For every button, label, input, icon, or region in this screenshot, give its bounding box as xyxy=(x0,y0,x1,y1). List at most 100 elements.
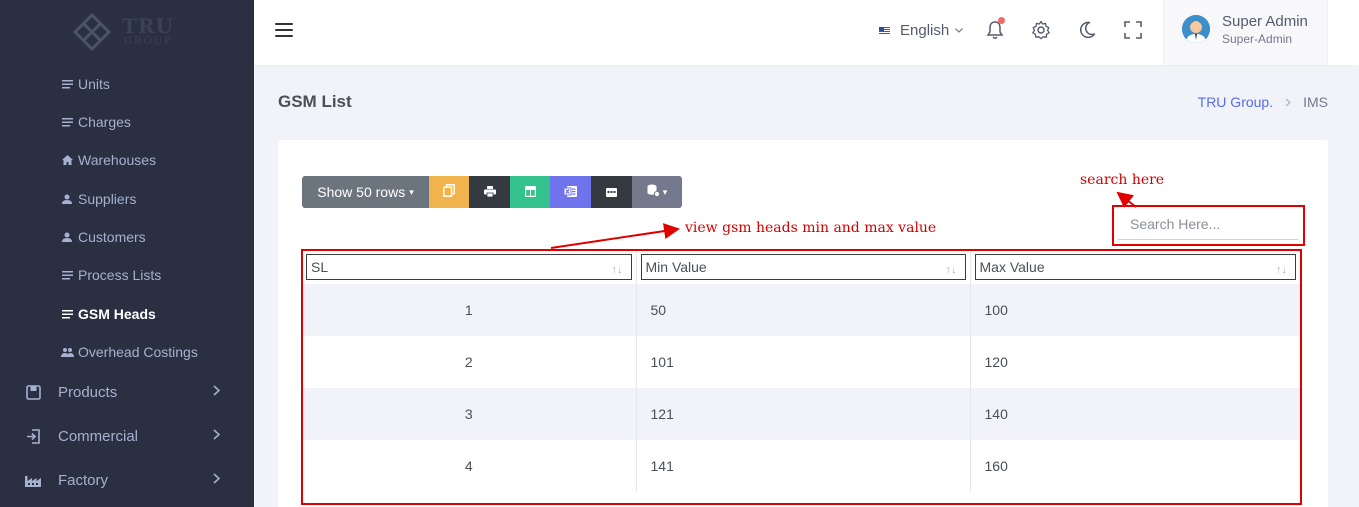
logo-subtext: GROUP xyxy=(124,36,173,47)
logo-text: TRU xyxy=(122,14,174,38)
menu-toggle-icon[interactable] xyxy=(275,23,293,37)
sidebar-item-gsm-heads[interactable]: GSM Heads xyxy=(60,304,156,324)
dark-mode-moon-icon[interactable] xyxy=(1076,19,1098,41)
settings-gear-icon[interactable] xyxy=(1030,19,1052,41)
cell-sl: 1 xyxy=(302,284,637,336)
table-row[interactable]: 1 50 100 xyxy=(302,284,1300,336)
column-header-label: Min Value xyxy=(645,259,707,275)
notification-dot xyxy=(998,17,1005,24)
cell-sl: 2 xyxy=(302,336,637,388)
excel-icon xyxy=(563,184,577,200)
chevron-right-icon xyxy=(213,427,221,443)
sidebar-item-label: Process Lists xyxy=(78,267,162,283)
print-button[interactable] xyxy=(469,176,510,208)
table-row[interactable]: 2 101 120 xyxy=(302,336,1300,388)
sidebar-item-suppliers[interactable]: Suppliers xyxy=(60,189,136,209)
sidebar-item-process-lists[interactable]: Process Lists xyxy=(60,265,161,285)
sort-icon[interactable]: ↑↓ xyxy=(1276,265,1287,276)
column-header-sl[interactable]: SL ↑↓ xyxy=(302,250,637,284)
cell-sl: 3 xyxy=(302,388,637,440)
excel-button[interactable] xyxy=(550,176,591,208)
breadcrumb-separator-icon xyxy=(1285,94,1292,110)
list-icon xyxy=(60,117,74,127)
sidebar-item-label: Factory xyxy=(58,471,109,489)
table-header-row: SL ↑↓ Min Value ↑↓ Max Value ↑↓ xyxy=(302,250,1300,284)
sidebar-item-products[interactable]: Products xyxy=(24,381,224,403)
breadcrumb: TRU Group. IMS xyxy=(1198,94,1328,110)
notification-bell-icon[interactable] xyxy=(984,17,1006,41)
csv-button[interactable] xyxy=(510,176,550,208)
cell-max-value: 100 xyxy=(970,284,1300,336)
sidebar-item-units[interactable]: Units xyxy=(60,74,110,94)
column-header-max-value[interactable]: Max Value ↑↓ xyxy=(970,250,1300,284)
company-logo[interactable]: TRU GROUP xyxy=(70,10,180,54)
user-icon xyxy=(60,232,74,242)
chevron-right-icon xyxy=(213,383,221,399)
top-header: English Super Admin Super-Admin xyxy=(254,0,1359,65)
show-rows-button[interactable]: Show 50 rows ▾ xyxy=(302,176,429,208)
sidebar-item-label: Overhead Costings xyxy=(78,344,198,360)
column-header-label: Max Value xyxy=(979,259,1045,275)
column-header-min-value[interactable]: Min Value ↑↓ xyxy=(636,250,971,284)
cell-max-value: 120 xyxy=(970,336,1300,388)
caret-down-icon: ▾ xyxy=(409,186,414,197)
box-icon xyxy=(24,384,42,400)
csv-table-icon xyxy=(524,184,536,200)
user-role: Super-Admin xyxy=(1222,32,1293,46)
sidebar-item-commercial[interactable]: Commercial xyxy=(24,425,224,447)
print-icon xyxy=(483,184,496,200)
cell-max-value: 140 xyxy=(970,388,1300,440)
sidebar-item-charges[interactable]: Charges xyxy=(60,112,131,132)
column-visibility-button[interactable]: ▾ xyxy=(632,176,682,208)
gsm-list-card: Show 50 rows ▾ ▾ Search Here... SL ↑↓ Mi… xyxy=(278,140,1328,507)
user-profile-menu[interactable]: Super Admin Super-Admin xyxy=(1163,0,1328,65)
sidebar-item-customers[interactable]: Customers xyxy=(60,227,146,247)
cell-min-value: 141 xyxy=(636,440,971,492)
sidebar-item-label: Warehouses xyxy=(78,152,157,168)
search-input[interactable] xyxy=(1118,208,1298,240)
cell-min-value: 121 xyxy=(636,388,971,440)
page-title: GSM List xyxy=(278,92,352,111)
sidebar: TRU GROUP Units Charges Warehouses Suppl… xyxy=(0,0,254,507)
sidebar-item-label: Products xyxy=(58,383,118,401)
copy-icon xyxy=(443,184,455,200)
breadcrumb-link-tru-group[interactable]: TRU Group. xyxy=(1198,94,1273,110)
language-selector[interactable]: English xyxy=(879,22,964,39)
sort-icon[interactable]: ↑↓ xyxy=(946,265,957,276)
gsm-table-container: SL ↑↓ Min Value ↑↓ Max Value ↑↓ 1 50 100 xyxy=(302,250,1300,492)
copy-button[interactable] xyxy=(429,176,469,208)
users-icon xyxy=(60,347,74,357)
sidebar-item-label: Units xyxy=(78,76,110,92)
show-rows-label: Show 50 rows xyxy=(317,184,406,200)
sort-icon[interactable]: ↑↓ xyxy=(612,265,623,276)
sidebar-item-factory[interactable]: Factory xyxy=(24,469,224,491)
sign-in-icon xyxy=(24,428,42,444)
sidebar-item-label: Customers xyxy=(78,229,146,245)
pdf-button[interactable] xyxy=(591,176,632,208)
cell-min-value: 101 xyxy=(636,336,971,388)
fullscreen-icon[interactable] xyxy=(1122,19,1144,41)
factory-icon xyxy=(24,473,42,487)
database-settings-icon xyxy=(647,184,660,200)
logo-mark-icon xyxy=(72,12,112,52)
gsm-table: SL ↑↓ Min Value ↑↓ Max Value ↑↓ 1 50 100 xyxy=(302,250,1300,492)
caret-down-icon: ▾ xyxy=(662,186,668,197)
cell-min-value: 50 xyxy=(636,284,971,336)
sidebar-item-warehouses[interactable]: Warehouses xyxy=(60,150,156,170)
column-header-label: SL xyxy=(311,259,329,275)
list-icon xyxy=(60,79,74,89)
chevron-down-icon xyxy=(955,25,964,36)
avatar xyxy=(1182,15,1210,43)
sidebar-item-label: Suppliers xyxy=(78,191,137,207)
table-row[interactable]: 4 141 160 xyxy=(302,440,1300,492)
pdf-icon xyxy=(606,184,617,200)
page-scrollbar[interactable] xyxy=(1352,65,1359,507)
table-annotation-text: view gsm heads min and max value xyxy=(685,220,937,236)
us-flag-icon xyxy=(879,26,890,35)
sidebar-item-label: Charges xyxy=(78,114,131,130)
list-icon xyxy=(60,270,74,280)
user-name: Super Admin xyxy=(1222,13,1308,30)
list-icon xyxy=(60,309,74,319)
sidebar-item-overhead-costings[interactable]: Overhead Costings xyxy=(60,342,198,362)
table-row[interactable]: 3 121 140 xyxy=(302,388,1300,440)
